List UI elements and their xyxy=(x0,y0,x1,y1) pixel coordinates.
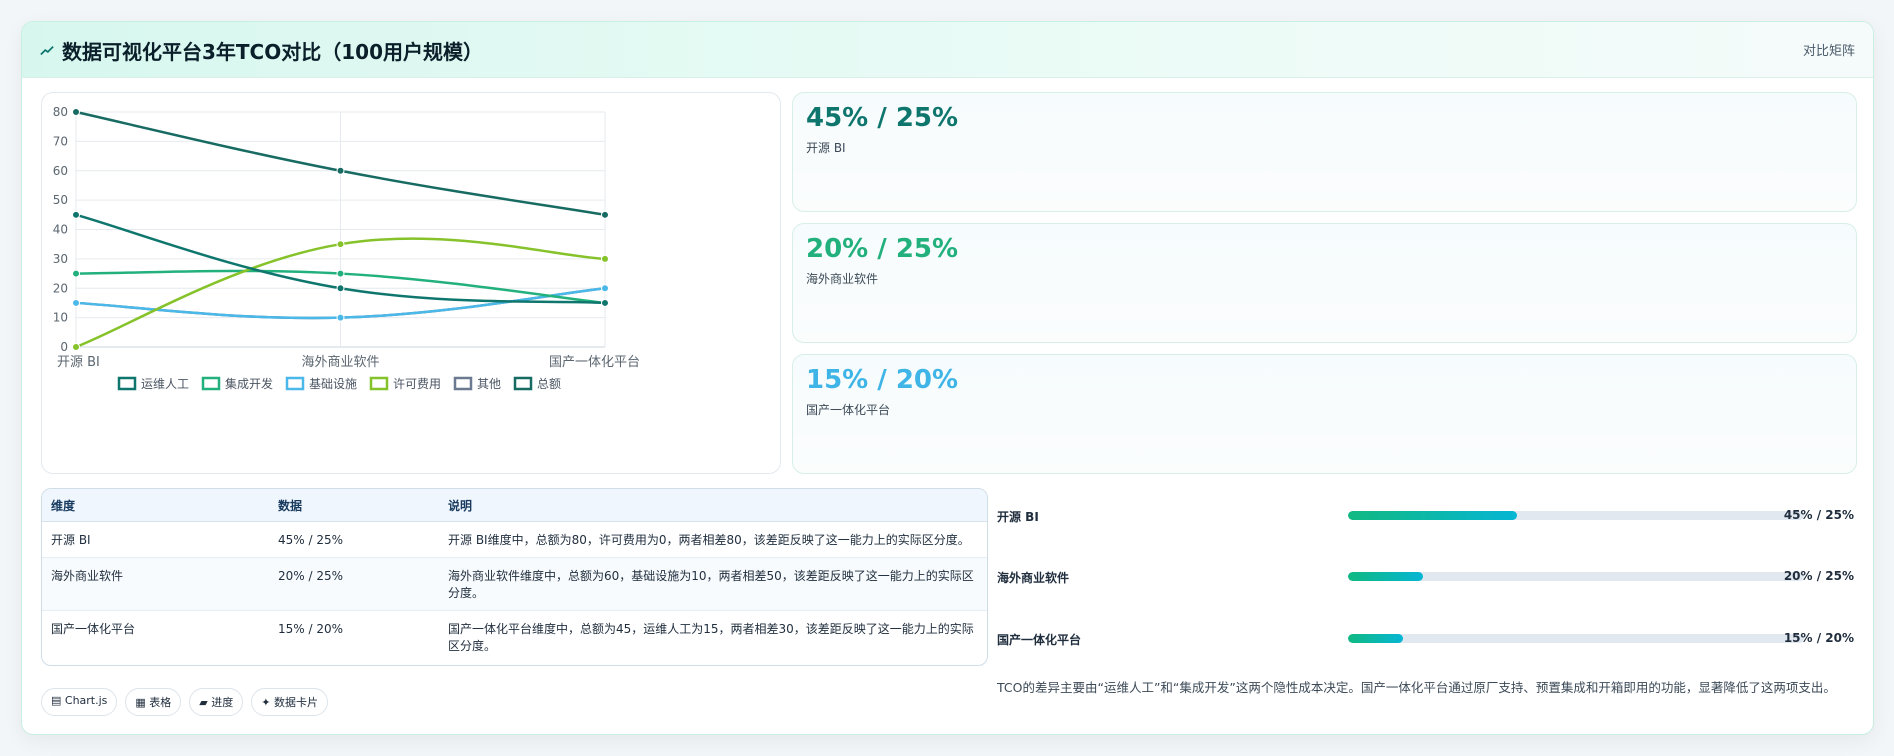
progress-row-2: 海外商业软件 20% / 25% xyxy=(997,567,1854,587)
progress-row-3: 国产一体化平台 15% / 20% xyxy=(997,629,1854,649)
y-tick-label: 20 xyxy=(53,281,68,295)
cell-dimension: 海外商业软件 xyxy=(42,557,269,611)
legend-swatch xyxy=(513,376,533,391)
cell-dimension: 开源 BI xyxy=(42,521,269,558)
cell-description: 开源 BI维度中，总额为80，许可费用为0，两者相差80，该差距反映了这一能力上… xyxy=(439,521,987,558)
series-5-point xyxy=(72,108,80,116)
series-2-point xyxy=(601,284,609,293)
cell-description: 国产一体化平台维度中，总额为45，运维人工为15，两者相差30，该差距反映了这一… xyxy=(448,622,974,653)
kpi-value: 20% / 25% xyxy=(806,234,959,264)
legend-swatch xyxy=(285,376,305,391)
y-tick-label: 10 xyxy=(53,311,68,325)
series-5-point xyxy=(601,210,609,219)
comparison-matrix-link[interactable]: 对比矩阵 xyxy=(1803,40,1855,59)
progress-fill xyxy=(1348,572,1424,581)
y-tick-label: 60 xyxy=(53,164,68,178)
series-5-point xyxy=(336,166,345,175)
page-title: 数据可视化平台3年TCO对比（100用户规模） xyxy=(62,40,483,64)
series-0-point xyxy=(72,210,80,219)
table-header-row: 维度 数据 说明 xyxy=(42,489,987,522)
progress-value: 20% / 25% xyxy=(1783,569,1854,583)
header-description: 说明 xyxy=(439,489,987,522)
legend-swatch xyxy=(117,376,137,391)
legend-label: 集成开发 xyxy=(225,376,273,391)
progress-track xyxy=(1348,572,1804,581)
legend-label: 运维人工 xyxy=(141,377,189,391)
progress-row-1: 开源 BI 45% / 25% xyxy=(997,506,1854,526)
cell-dimension: 国产一体化平台 xyxy=(51,622,136,636)
chip-chartjs[interactable]: ▤ Chart.js xyxy=(41,688,118,716)
series-1-point xyxy=(72,269,80,278)
line-chart-card: 0 10 20 30 40 50 60 70 80 开源 BI 海外商业软件 国产一体化平台运维人工 集… xyxy=(41,92,781,474)
kpi-value: 45% / 25% xyxy=(806,103,959,133)
progress-label: 海外商业软件 xyxy=(997,571,1070,585)
x-tick-label: 开源 BI xyxy=(57,355,100,370)
series-0-point xyxy=(336,284,345,293)
series-1-point xyxy=(336,269,345,278)
legend-label: 许可费用 xyxy=(393,377,441,391)
comparison-table: 维度 数据 说明 开源 BI 45% / 25% 开源 BI维度中，总额为80，… xyxy=(41,488,988,666)
chip-progress[interactable]: ▰ 进度 xyxy=(189,688,244,716)
header-data: 数据 xyxy=(269,489,439,522)
x-tick-label: 国产一体化平台 xyxy=(549,355,640,370)
legend-label: 总额 xyxy=(537,377,561,391)
y-tick-label: 30 xyxy=(53,252,68,266)
line-chart: 0 10 20 30 40 50 60 70 80 开源 BI 海外商业软件 国产一体化平台运维人工 集… xyxy=(53,105,640,391)
y-tick-label: 70 xyxy=(53,134,68,148)
series-3-point xyxy=(336,240,345,249)
y-tick-label: 0 xyxy=(60,340,68,354)
y-tick-label: 40 xyxy=(53,223,68,237)
series-3-point xyxy=(601,254,609,263)
kpi-label: 国产一体化平台 xyxy=(806,403,891,417)
progress-label: 开源 BI xyxy=(997,510,1039,524)
legend-swatch xyxy=(201,376,221,391)
progress-value: 15% / 20% xyxy=(1783,631,1854,645)
panel-header: 数据可视化平台3年TCO对比（100用户规模） 对比矩阵 xyxy=(22,22,1873,78)
table-row: 海外商业软件 20% / 25% 海外商业软件维度中，总额为60，基础设施为10… xyxy=(42,557,987,611)
cell-data: 45% / 25% xyxy=(269,521,439,558)
cell-data: 15% / 20% xyxy=(278,622,344,636)
progress-value: 45% / 25% xyxy=(1783,508,1854,522)
chip-data-card[interactable]: ✦ 数据卡片 xyxy=(251,688,328,716)
kpi-label: 海外商业软件 xyxy=(806,272,879,286)
legend-label: 其他 xyxy=(477,377,501,391)
cell-description: 海外商业软件维度中，总额为60，基础设施为10，两者相差50，该差距反映了这一能… xyxy=(439,557,987,611)
progress-track xyxy=(1348,511,1804,520)
chip-table[interactable]: ▦ 表格 xyxy=(125,688,182,716)
trend-icon xyxy=(40,45,54,55)
title-group: 数据可视化平台3年TCO对比（100用户规模） xyxy=(40,36,483,65)
legend-label: 基础设施 xyxy=(309,377,357,391)
series-0-point xyxy=(601,298,609,307)
series-2-point xyxy=(336,313,345,322)
cell-data: 20% / 25% xyxy=(269,557,439,611)
y-tick-label: 80 xyxy=(53,105,68,119)
summary-note: TCO的差异主要由“运维人工”和“集成开发”这两个隐性成本决定。国产一体化平台通… xyxy=(997,680,1836,695)
progress-fill xyxy=(1348,511,1517,520)
progress-track xyxy=(1348,634,1804,643)
kpi-card-3: 15% / 20% 国产一体化平台 xyxy=(792,354,1857,474)
x-tick-label: 海外商业软件 xyxy=(301,355,379,370)
table-row: 开源 BI 45% / 25% 开源 BI维度中，总额为80，许可费用为0，两者… xyxy=(42,521,987,558)
kpi-value: 15% / 20% xyxy=(806,365,959,395)
view-chip-group: ▤ Chart.js ▦ 表格 ▰ 进度 ✦ 数据卡片 xyxy=(41,688,328,716)
progress-label: 国产一体化平台 xyxy=(997,633,1082,647)
tco-panel: 数据可视化平台3年TCO对比（100用户规模） 对比矩阵 0 10 20 30 40 50… xyxy=(21,21,1874,735)
series-3-point xyxy=(72,343,80,351)
kpi-card-2: 20% / 25% 海外商业软件 xyxy=(792,223,1857,343)
kpi-card-1: 45% / 25% 开源 BI xyxy=(792,92,1857,212)
y-tick-label: 50 xyxy=(53,193,68,207)
legend-swatch xyxy=(369,376,389,391)
series-2-point xyxy=(72,298,80,307)
kpi-label: 开源 BI xyxy=(806,141,846,155)
header-dimension: 维度 xyxy=(42,489,269,522)
table-row: 国产一体化平台 15% / 20% 国产一体化平台维度中，总额为45，运维人工为… xyxy=(42,611,987,664)
legend-swatch xyxy=(453,376,473,391)
progress-fill xyxy=(1348,634,1403,643)
